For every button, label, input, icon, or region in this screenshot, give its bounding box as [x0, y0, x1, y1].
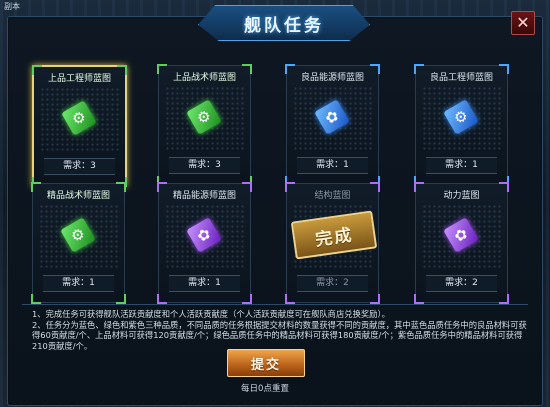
corner-bracket — [414, 294, 424, 304]
card-name: 上品战术师蓝图 — [172, 73, 236, 83]
close-button[interactable]: ✕ — [511, 11, 535, 35]
card-name: 结构蓝图 — [314, 191, 351, 201]
corner-bracket — [499, 294, 509, 304]
corner-bracket — [157, 294, 167, 304]
reset-note: 每日0点重置 — [241, 384, 289, 394]
divider — [22, 304, 528, 305]
submit-button[interactable]: 提交 — [227, 349, 305, 377]
corner-bracket — [285, 294, 295, 304]
card-requirement: 需求：2 — [426, 275, 497, 292]
blueprint-card[interactable]: 良品工程师蓝图 ⚙ 需求：1 — [414, 64, 509, 186]
blueprint-card[interactable]: 良品能源师蓝图 ✿ 需求：1 — [285, 64, 380, 186]
title-bar: 舰队任务 — [198, 5, 370, 41]
card-name: 精品战术师蓝图 — [46, 191, 110, 201]
card-name: 良品工程师蓝图 — [429, 73, 493, 83]
blueprint-card-completed: 结构蓝图 完成 需求：2 — [285, 182, 380, 304]
card-name: 动力蓝图 — [443, 191, 480, 201]
blueprint-card[interactable]: 上品战术师蓝图 ⚙ 需求：3 — [157, 64, 252, 186]
card-name: 良品能源师蓝图 — [300, 73, 364, 83]
info-line-2: 2、任务分为蓝色、绿色和紫色三种品质，不同品质的任务根据提交材料的数量获得不同的… — [32, 319, 527, 351]
info-line-1: 1、完成任务可获得舰队活跃贡献度和个人活跃贡献度（个人活跃贡献度可在舰队商店兑换… — [32, 309, 390, 319]
card-requirement: 需求：2 — [297, 275, 368, 292]
corner-bracket — [370, 294, 380, 304]
card-requirement: 需求：1 — [426, 157, 497, 174]
blueprint-card[interactable]: 精品战术师蓝图 ⚙ 需求：1 — [31, 182, 126, 304]
blueprint-card[interactable]: 精品能源师蓝图 ✿ 需求：1 — [157, 182, 252, 304]
task-info: 1、完成任务可获得舰队活跃贡献度和个人活跃贡献度（个人活跃贡献度可在舰队商店兑换… — [32, 309, 532, 351]
card-name: 上品工程师蓝图 — [47, 74, 111, 84]
corner-bracket — [242, 294, 252, 304]
card-requirement: 需求：3 — [44, 158, 115, 175]
fleet-task-window: 舰队任务 ✕ 上品工程师蓝图 ⚙ 需求：3 上品战术师蓝图 ⚙ 需求：3 良品能… — [7, 5, 543, 406]
corner-label: 副本 — [4, 2, 20, 11]
blueprint-card[interactable]: 动力蓝图 ✿ 需求：2 — [414, 182, 509, 304]
card-requirement: 需求：1 — [169, 275, 240, 292]
card-requirement: 需求：1 — [43, 275, 114, 292]
card-name: 精品能源师蓝图 — [172, 191, 236, 201]
card-requirement: 需求：1 — [297, 157, 368, 174]
card-requirement: 需求：3 — [169, 157, 240, 174]
corner-bracket — [31, 294, 41, 304]
window-title: 舰队任务 — [244, 15, 324, 36]
blueprint-card[interactable]: 上品工程师蓝图 ⚙ 需求：3 — [32, 65, 127, 187]
corner-bracket — [116, 294, 126, 304]
